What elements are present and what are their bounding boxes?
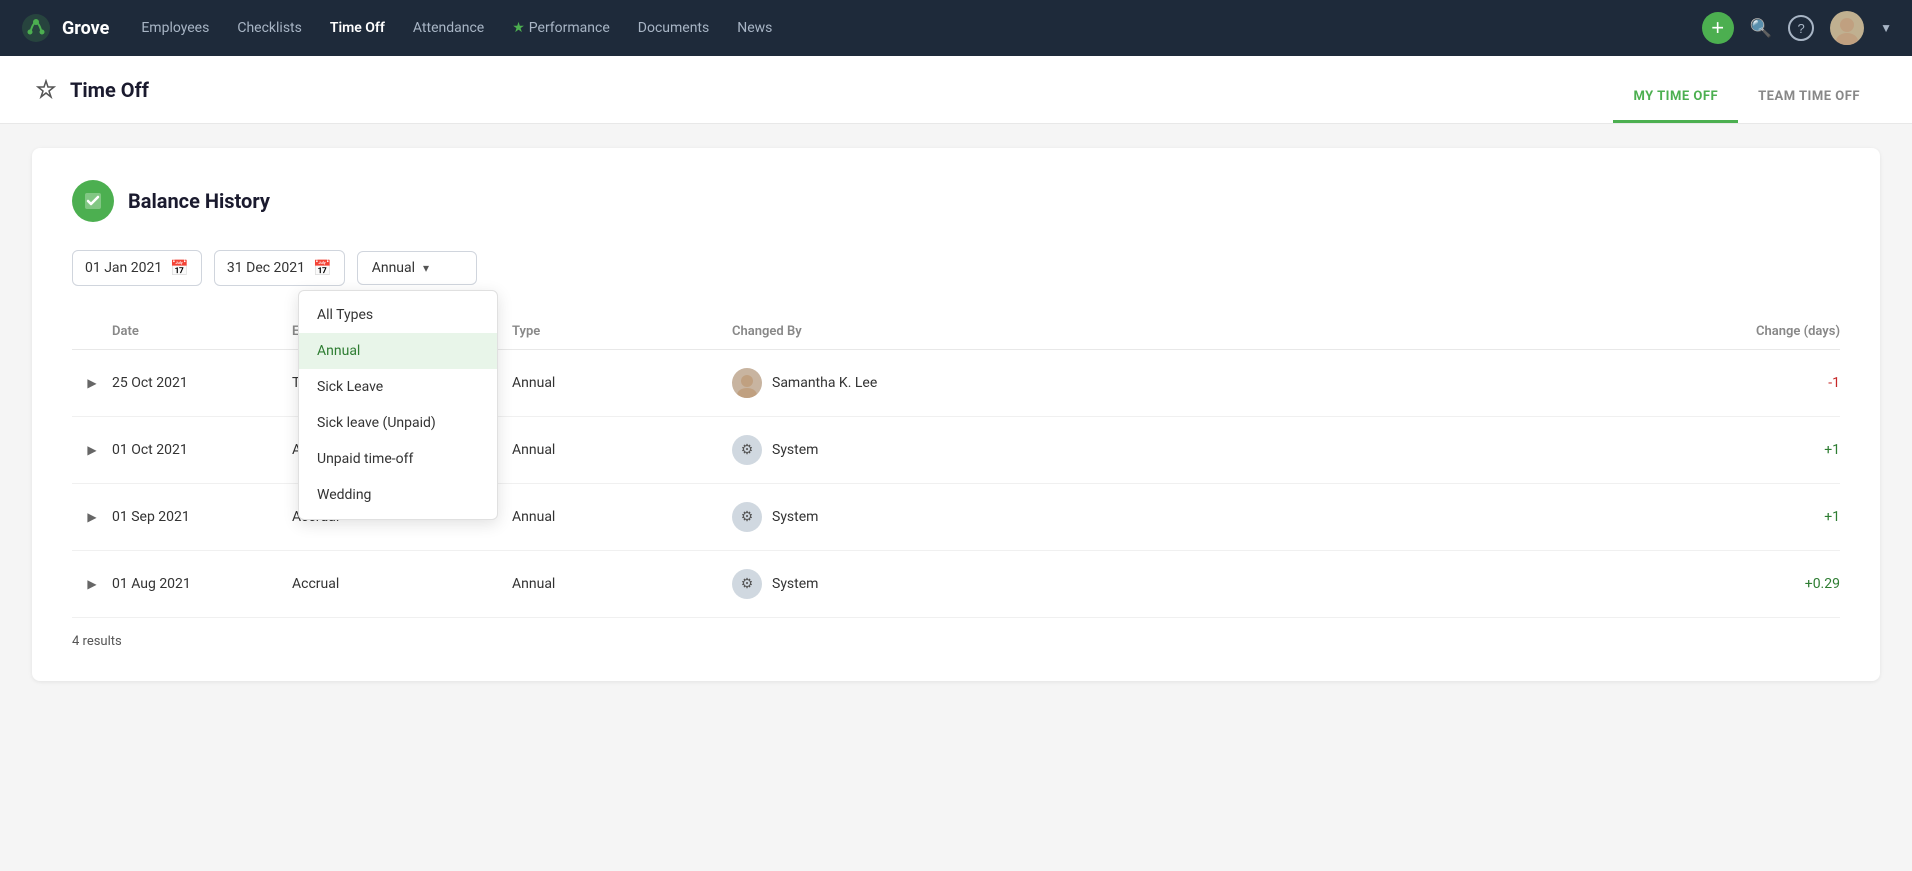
- nav-checklists[interactable]: Checklists: [237, 20, 302, 36]
- date-cell: 01 Sep 2021: [112, 509, 292, 525]
- user-menu-chevron[interactable]: ▼: [1880, 21, 1892, 35]
- changed-by-name: System: [772, 576, 818, 592]
- nav-news[interactable]: News: [737, 20, 772, 36]
- col-header-expand: [72, 324, 112, 339]
- changed-by-name: System: [772, 509, 818, 525]
- help-button[interactable]: ?: [1788, 15, 1814, 41]
- event-cell: Accrual: [292, 576, 512, 592]
- nav-attendance[interactable]: Attendance: [413, 20, 484, 36]
- col-header-change-days: Change (days): [1660, 324, 1840, 339]
- table-row: ▶ 01 Aug 2021 Accrual Annual ⚙ System +0…: [72, 551, 1840, 618]
- type-cell: Annual: [512, 576, 732, 592]
- dropdown-option-wedding[interactable]: Wedding: [299, 477, 497, 513]
- logo-text: Grove: [62, 18, 109, 39]
- calendar-icon-end: 📅: [313, 259, 332, 277]
- dropdown-option-sick-leave[interactable]: Sick Leave: [299, 369, 497, 405]
- nav-time-off[interactable]: Time Off: [330, 20, 385, 36]
- change-days-cell: -1: [1660, 375, 1840, 391]
- type-cell: Annual: [512, 375, 732, 391]
- expand-button[interactable]: ▶: [72, 573, 112, 595]
- balance-history-title: Balance History: [128, 189, 270, 213]
- page-title-area: Time Off: [32, 76, 1613, 104]
- nav-links: Employees Checklists Time Off Attendance…: [141, 20, 1669, 36]
- start-date-picker[interactable]: 01 Jan 2021 📅: [72, 250, 202, 286]
- results-count: 4 results: [72, 618, 1840, 649]
- system-avatar: ⚙: [732, 435, 762, 465]
- type-dropdown[interactable]: Annual ▾: [357, 251, 477, 285]
- type-dropdown-value: Annual: [372, 260, 415, 276]
- expand-button[interactable]: ▶: [72, 372, 112, 394]
- dropdown-option-sick-leave-unpaid[interactable]: Sick leave (Unpaid): [299, 405, 497, 441]
- search-button[interactable]: 🔍: [1750, 18, 1772, 39]
- avatar: [732, 368, 762, 398]
- type-cell: Annual: [512, 509, 732, 525]
- type-dropdown-menu: All Types Annual Sick Leave Sick leave (…: [298, 290, 498, 520]
- dropdown-option-all-types[interactable]: All Types: [299, 297, 497, 333]
- date-cell: 25 Oct 2021: [112, 375, 292, 391]
- change-days-cell: +1: [1660, 509, 1840, 525]
- tabs: MY TIME OFF TEAM TIME OFF: [1613, 56, 1880, 123]
- main-content: Balance History 01 Jan 2021 📅 31 Dec 202…: [0, 124, 1912, 705]
- tab-my-time-off[interactable]: MY TIME OFF: [1613, 89, 1738, 123]
- type-cell: Annual: [512, 442, 732, 458]
- end-date-picker[interactable]: 31 Dec 2021 📅: [214, 250, 345, 286]
- date-cell: 01 Aug 2021: [112, 576, 292, 592]
- col-header-type: Type: [512, 324, 732, 339]
- nav-performance[interactable]: ★ Performance: [512, 20, 610, 36]
- changed-by-name: System: [772, 442, 818, 458]
- sub-header: Time Off MY TIME OFF TEAM TIME OFF: [0, 56, 1912, 124]
- search-icon: 🔍: [1750, 18, 1772, 39]
- change-days-cell: +1: [1660, 442, 1840, 458]
- dropdown-option-annual[interactable]: Annual: [299, 333, 497, 369]
- logo[interactable]: Grove: [20, 12, 109, 44]
- balance-icon: [72, 180, 114, 222]
- help-icon: ?: [1788, 15, 1814, 41]
- navbar: Grove Employees Checklists Time Off Atte…: [0, 0, 1912, 56]
- change-days-cell: +0.29: [1660, 576, 1840, 592]
- tab-team-time-off[interactable]: TEAM TIME OFF: [1738, 89, 1880, 123]
- changed-by-name: Samantha K. Lee: [772, 375, 877, 391]
- col-header-date: Date: [112, 324, 292, 339]
- changed-by-cell: ⚙ System: [732, 569, 1660, 599]
- page-icon: [32, 76, 60, 104]
- system-avatar: ⚙: [732, 569, 762, 599]
- nav-employees[interactable]: Employees: [141, 20, 209, 36]
- nav-documents[interactable]: Documents: [638, 20, 709, 36]
- system-avatar: ⚙: [732, 502, 762, 532]
- page-title: Time Off: [70, 78, 149, 102]
- filters: 01 Jan 2021 📅 31 Dec 2021 📅 Annual ▾ All…: [72, 250, 1840, 286]
- chevron-down-icon: ▾: [423, 261, 429, 275]
- dropdown-option-unpaid-time-off[interactable]: Unpaid time-off: [299, 441, 497, 477]
- changed-by-cell: Samantha K. Lee: [732, 368, 1660, 398]
- end-date-value: 31 Dec 2021: [227, 260, 305, 276]
- user-avatar[interactable]: [1830, 11, 1864, 45]
- expand-button[interactable]: ▶: [72, 439, 112, 461]
- changed-by-cell: ⚙ System: [732, 435, 1660, 465]
- nav-right: + 🔍 ? ▼: [1702, 11, 1892, 45]
- star-icon: ★: [512, 20, 525, 36]
- add-button[interactable]: +: [1702, 12, 1734, 44]
- balance-history-card: Balance History 01 Jan 2021 📅 31 Dec 202…: [32, 148, 1880, 681]
- balance-history-header: Balance History: [72, 180, 1840, 222]
- date-cell: 01 Oct 2021: [112, 442, 292, 458]
- calendar-icon-start: 📅: [170, 259, 189, 277]
- changed-by-cell: ⚙ System: [732, 502, 1660, 532]
- start-date-value: 01 Jan 2021: [85, 260, 162, 276]
- col-header-changed-by: Changed By: [732, 324, 1660, 339]
- expand-button[interactable]: ▶: [72, 506, 112, 528]
